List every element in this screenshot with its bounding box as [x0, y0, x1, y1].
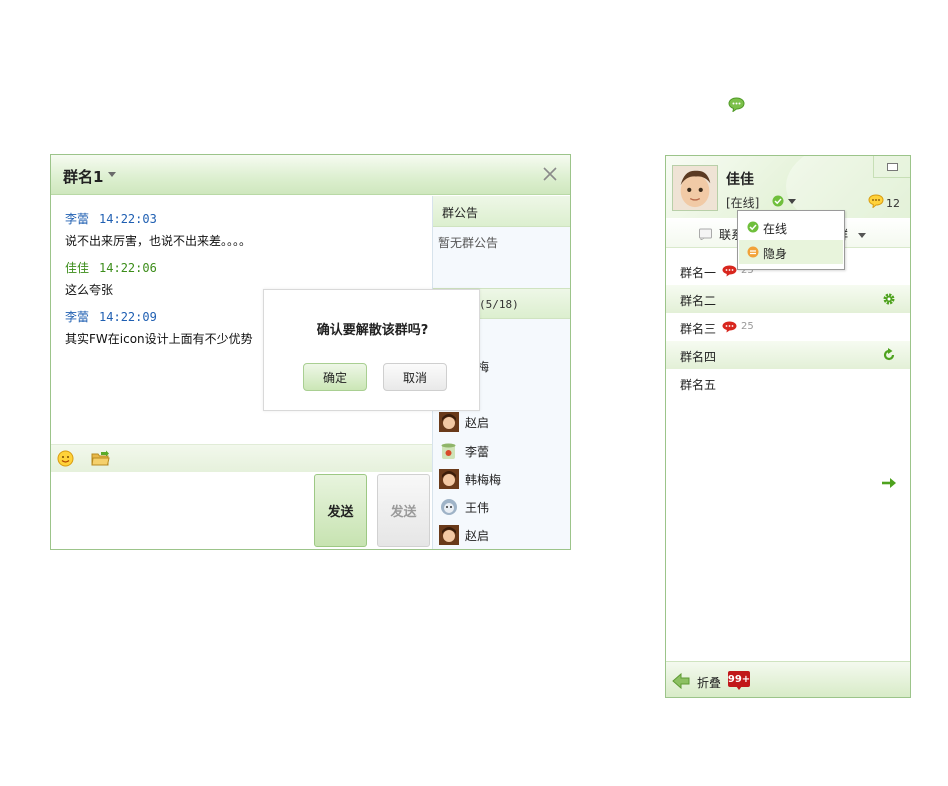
fold-label[interactable]: 折叠	[697, 674, 721, 691]
contacts-icon	[699, 228, 712, 240]
confirm-dialog: 确认要解散该群吗? 确定 取消	[263, 289, 480, 411]
dialog-question: 确认要解散该群吗?	[316, 323, 429, 338]
message-text: 说不出来厉害，也说不出来差。。。。	[65, 234, 252, 248]
group-row[interactable]: 群名二	[666, 285, 910, 313]
notice-header: 群公告	[433, 196, 570, 227]
girl-avatar-icon	[439, 469, 459, 489]
message-count: 12	[886, 197, 900, 210]
member-name: 赵启	[465, 528, 490, 543]
minimize-button[interactable]	[873, 156, 910, 178]
cup-avatar-icon	[441, 443, 456, 459]
group-name: 群名四	[680, 350, 717, 364]
member-item[interactable]: 李蕾	[439, 440, 489, 462]
message-sender: 李蕾	[65, 212, 90, 226]
message-text: 这么夸张	[65, 283, 114, 297]
group-tab-arrow-icon[interactable]	[858, 233, 866, 238]
arrow-right-icon[interactable]	[881, 477, 897, 489]
group-chat-window: 群名1 李蕾 14:22:03 说不出来厉害，也说不出来差。。。。 佳佳 14:22…	[50, 154, 571, 550]
member-name: 赵启	[465, 415, 490, 430]
status-option-online[interactable]: 在线	[739, 215, 843, 239]
message-time: 14:22:06	[99, 261, 157, 275]
status-option-label: 在线	[763, 222, 788, 236]
member-item[interactable]: 王伟	[439, 496, 489, 518]
badge-tail	[736, 686, 742, 690]
message-bubble-icon[interactable]	[868, 194, 884, 208]
red-bubble-icon	[722, 321, 737, 333]
status-option-label: 隐身	[763, 247, 788, 261]
group-row[interactable]: 群名三 25	[666, 313, 910, 341]
user-status-text[interactable]: [在线]	[726, 194, 759, 211]
notice-title: 群公告	[442, 206, 479, 220]
group-name: 群名三	[680, 322, 717, 336]
chat-bubble-icon[interactable]	[728, 97, 745, 112]
member-item[interactable]: 韩梅梅	[439, 468, 501, 490]
refresh-icon[interactable]	[882, 348, 896, 362]
group-row[interactable]: 群名四	[666, 341, 910, 369]
member-name: 李蕾	[465, 444, 490, 459]
folder-icon[interactable]	[91, 450, 110, 467]
message-sender: 李蕾	[65, 310, 90, 324]
girl-avatar-icon	[439, 525, 459, 545]
chat-message: 佳佳 14:22:06 这么夸张	[65, 259, 157, 298]
member-item[interactable]: 赵启	[439, 411, 489, 433]
smile-icon[interactable]	[57, 450, 74, 467]
message-time: 14:22:09	[99, 310, 157, 324]
fold-arrow-icon[interactable]	[672, 672, 690, 690]
send-button[interactable]: 发送	[314, 474, 367, 547]
chat-message: 李蕾 14:22:09 其实FW在icon设计上面有不少优势	[65, 308, 253, 347]
cancel-button[interactable]: 取消	[383, 363, 447, 391]
confirm-button[interactable]: 确定	[303, 363, 367, 391]
online-check-icon	[747, 221, 759, 233]
user-name: 佳佳	[726, 172, 754, 188]
user-avatar[interactable]	[672, 165, 718, 211]
chat-message: 李蕾 14:22:03 说不出来厉害，也说不出来差。。。。	[65, 210, 251, 249]
message-time: 14:22:03	[99, 212, 157, 226]
invisible-icon	[747, 246, 759, 258]
message-text: 其实FW在icon设计上面有不少优势	[65, 332, 253, 346]
group-name: 群名一	[680, 266, 717, 280]
close-icon[interactable]	[541, 165, 559, 183]
girl-avatar-icon	[439, 412, 459, 432]
chat-title-bar: 群名1	[51, 155, 570, 195]
group-name: 群名二	[680, 294, 717, 308]
member-name: 王伟	[465, 500, 490, 515]
monkey-avatar-icon	[441, 499, 457, 515]
group-member-count: 25	[741, 321, 754, 332]
message-sender: 佳佳	[65, 261, 90, 275]
notification-badge[interactable]: 99+	[728, 671, 750, 687]
status-dropdown-arrow-icon[interactable]	[788, 199, 796, 204]
status-menu: 在线 隐身	[737, 210, 845, 270]
chat-toolbar	[51, 444, 432, 472]
send-button-disabled[interactable]: 发送	[377, 474, 430, 547]
member-name: 韩梅梅	[465, 472, 502, 487]
group-menu-arrow-icon[interactable]	[108, 172, 116, 177]
message-input[interactable]	[51, 472, 432, 549]
online-check-icon[interactable]	[772, 195, 784, 207]
gear-icon[interactable]	[882, 292, 896, 306]
group-name: 群名五	[680, 378, 717, 392]
members-count: (5/18)	[479, 298, 519, 311]
member-item[interactable]: 赵启	[439, 524, 489, 546]
panel-footer: 折叠 99+	[666, 661, 910, 697]
minimize-icon	[887, 163, 898, 171]
chat-group-name[interactable]: 群名1	[63, 166, 103, 187]
status-option-invisible[interactable]: 隐身	[739, 240, 843, 264]
notice-text: 暂无群公告	[438, 236, 499, 250]
red-bubble-icon	[722, 265, 737, 277]
group-row[interactable]: 群名五	[666, 369, 910, 397]
